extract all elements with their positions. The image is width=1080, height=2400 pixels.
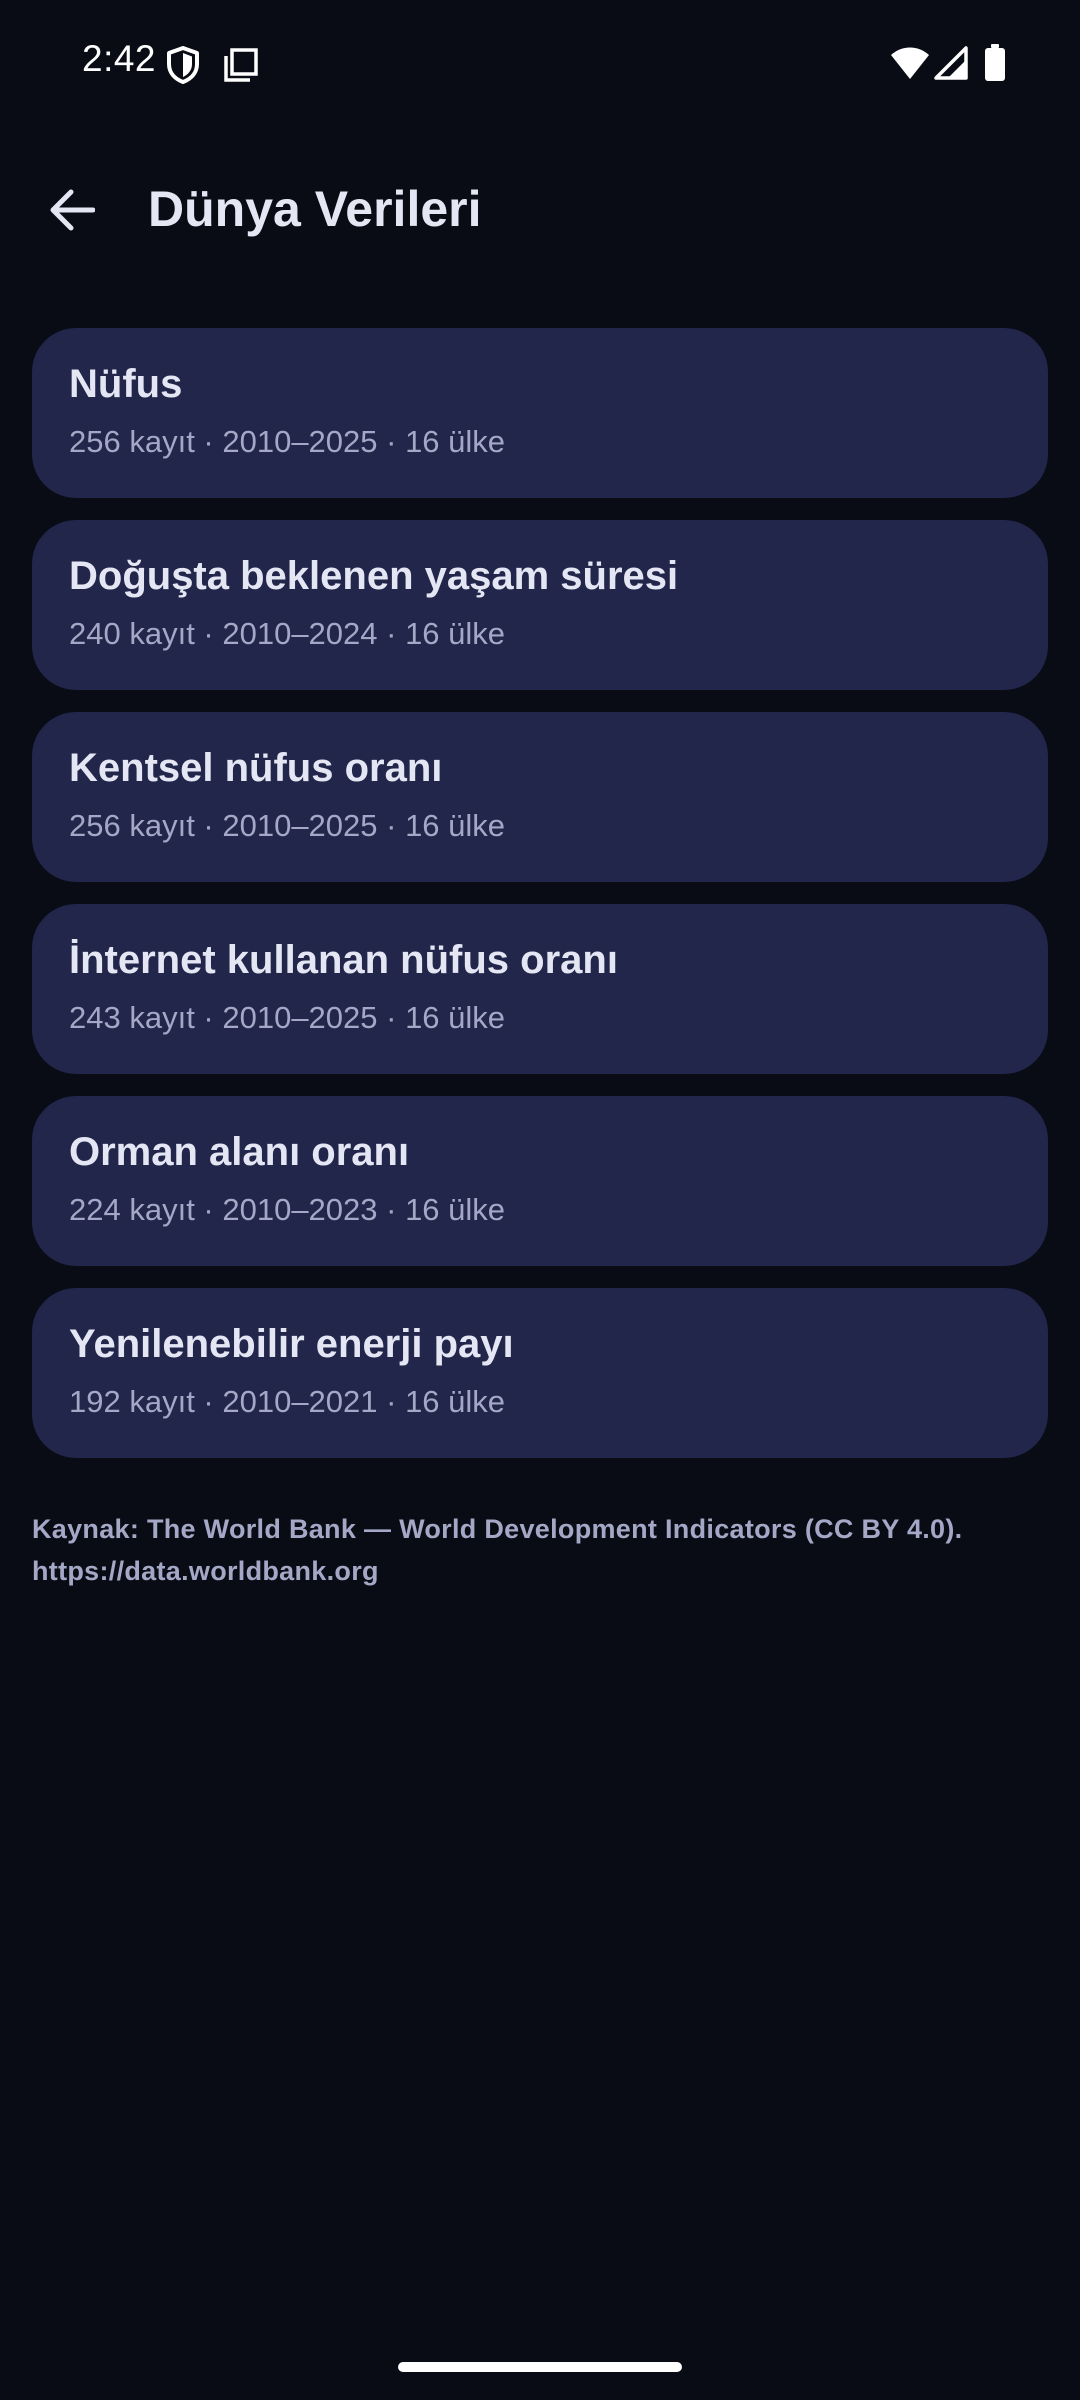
card-title: Kentsel nüfus oranı [69, 746, 443, 790]
screenshot-icon [224, 48, 258, 87]
app-bar: Dünya Verileri [0, 150, 1080, 274]
dataset-list: Nüfus 256 kayıt · 2010–2025 · 16 ülke Do… [32, 328, 1048, 1480]
dataset-card-renewable-energy[interactable]: Yenilenebilir enerji payı 192 kayıt · 20… [32, 1288, 1048, 1458]
arrow-left-icon [49, 189, 96, 236]
signal-icon [934, 46, 968, 85]
dataset-card-nufus[interactable]: Nüfus 256 kayıt · 2010–2025 · 16 ülke [32, 328, 1048, 498]
card-meta: 243 kayıt · 2010–2025 · 16 ülke [69, 1000, 506, 1035]
card-meta: 256 kayıt · 2010–2025 · 16 ülke [69, 808, 506, 843]
card-title: Orman alanı oranı [69, 1130, 410, 1174]
card-meta: 240 kayıt · 2010–2024 · 16 ülke [69, 616, 506, 651]
card-title: İnternet kullanan nüfus oranı [69, 938, 618, 982]
source-note: Kaynak: The World Bank — World Developme… [32, 1508, 1048, 1592]
back-button[interactable] [30, 170, 114, 254]
card-meta: 192 kayıt · 2010–2021 · 16 ülke [69, 1384, 506, 1419]
card-title: Yenilenebilir enerji payı [69, 1322, 514, 1366]
source-attribution: Kaynak: The World Bank — World Developme… [32, 1514, 963, 1544]
dataset-card-urban-population[interactable]: Kentsel nüfus oranı 256 kayıt · 2010–202… [32, 712, 1048, 882]
dataset-card-internet-users[interactable]: İnternet kullanan nüfus oranı 243 kayıt … [32, 904, 1048, 1074]
dataset-card-forest-area[interactable]: Orman alanı oranı 224 kayıt · 2010–2023 … [32, 1096, 1048, 1266]
card-meta: 224 kayıt · 2010–2023 · 16 ülke [69, 1192, 506, 1227]
dataset-card-life-expectancy[interactable]: Doğuşta beklenen yaşam süresi 240 kayıt … [32, 520, 1048, 690]
battery-icon [984, 44, 1006, 87]
source-url: https://data.worldbank.org [32, 1556, 379, 1586]
card-title: Nüfus [69, 362, 183, 406]
shield-icon [166, 46, 200, 89]
card-title: Doğuşta beklenen yaşam süresi [69, 554, 679, 598]
card-meta: 256 kayıt · 2010–2025 · 16 ülke [69, 424, 506, 459]
wifi-icon [890, 46, 930, 85]
gesture-navigation-bar[interactable] [398, 2362, 682, 2372]
status-bar: 2:42 [0, 0, 1080, 128]
status-time: 2:42 [82, 38, 157, 79]
page-title: Dünya Verileri [148, 181, 482, 237]
